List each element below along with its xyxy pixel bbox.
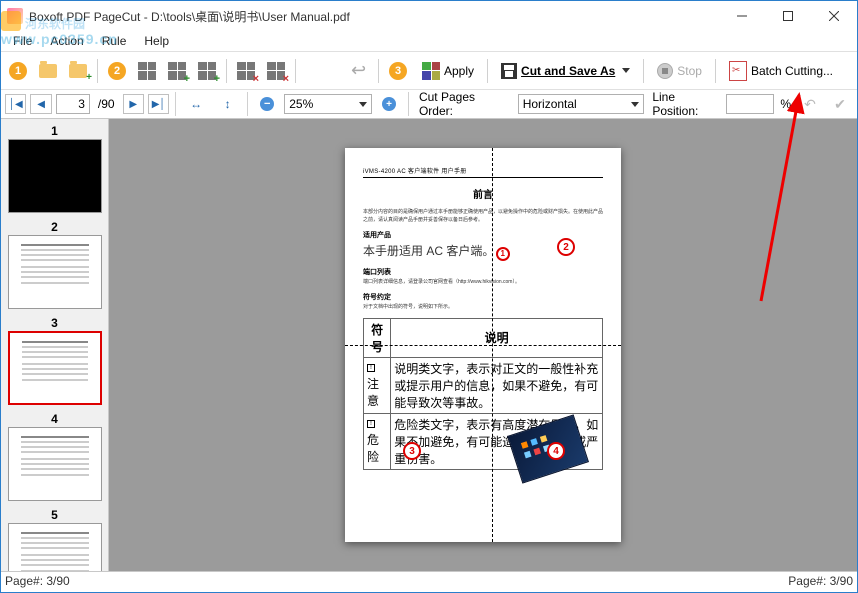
app-icon — [7, 8, 23, 24]
fit-width-button[interactable]: ↔ — [182, 91, 209, 117]
line-position-pct: % — [778, 97, 793, 111]
maximize-button[interactable] — [765, 1, 811, 31]
thumbnail-page-3[interactable]: 3 — [5, 315, 104, 405]
cut-order-label: Cut Pages Order: — [415, 90, 514, 118]
menu-action[interactable]: Action — [42, 32, 91, 50]
chevron-down-icon — [631, 102, 639, 107]
line-position-confirm[interactable]: ✔ — [827, 91, 853, 117]
next-page-button[interactable]: ▶ — [123, 94, 144, 114]
zone-badge-1-inline: 1 — [496, 247, 510, 261]
minimize-button[interactable] — [719, 1, 765, 31]
page-preview: iVMS-4200 AC 客户端软件 用户手册 前言 本部分内容的目的是确保用户… — [345, 148, 621, 542]
line-position-label: Line Position: — [652, 90, 722, 118]
zone-badge-4: 4 — [547, 442, 565, 460]
step-2-badge: 2 — [104, 58, 130, 84]
line-position-revert[interactable]: ↶ — [797, 91, 823, 117]
status-bar: Page#: 3/90 Page#: 3/90 — [1, 571, 857, 589]
stop-button: Stop — [650, 57, 709, 85]
close-button[interactable] — [811, 1, 857, 31]
zone-badge-2: 2 — [557, 238, 575, 256]
page-canvas[interactable]: iVMS-4200 AC 客户端软件 用户手册 前言 本部分内容的目的是确保用户… — [109, 119, 857, 571]
prev-page-button[interactable]: ◀ — [30, 94, 51, 114]
zoom-combo[interactable]: 25% — [284, 94, 372, 114]
zoom-in-button[interactable]: + — [376, 91, 402, 117]
thumbnail-page-5[interactable]: 5 — [5, 507, 104, 571]
thumbnail-page-2[interactable]: 2 — [5, 219, 104, 309]
cut-order-combo[interactable]: Horizontal — [518, 94, 645, 114]
thumbnail-panel[interactable]: 12345 — [1, 119, 109, 571]
thumbnail-page-1[interactable]: 1 — [5, 123, 104, 213]
fit-height-button[interactable]: ↕ — [214, 91, 241, 117]
chevron-down-icon — [622, 68, 630, 73]
zone-badge-3: 3 — [403, 442, 421, 460]
first-page-button[interactable]: │◀ — [5, 94, 26, 114]
grid-add-col-button[interactable] — [164, 58, 190, 84]
menu-help[interactable]: Help — [136, 32, 177, 50]
page-total-label: /90 — [94, 97, 119, 111]
title-bar: Boxoft PDF PageCut - D:\tools\桌面\说明书\Use… — [1, 1, 857, 31]
open-file-button[interactable] — [35, 58, 61, 84]
grid-add-row-button[interactable] — [194, 58, 220, 84]
doc-section-2: 端口列表 — [363, 267, 603, 277]
nav-toolbar: │◀ ◀ /90 ▶ ▶│ ↔ ↕ − 25% + Cut Pages Orde… — [1, 89, 857, 119]
cut-line-horizontal[interactable] — [345, 345, 621, 346]
content-area: 12345 iVMS-4200 AC 客户端软件 用户手册 前言 本部分内容的目… — [1, 119, 857, 571]
last-page-button[interactable]: ▶│ — [148, 94, 169, 114]
zoom-out-button[interactable]: − — [254, 91, 280, 117]
doc-running-header: iVMS-4200 AC 客户端软件 用户手册 — [363, 166, 603, 178]
menu-bar: File Action Rule Help — [1, 31, 857, 51]
grid-remove-button[interactable] — [233, 58, 259, 84]
redo-button[interactable]: ↪ — [346, 58, 372, 84]
chevron-down-icon — [359, 102, 367, 107]
menu-file[interactable]: File — [5, 32, 40, 50]
doc-section-3: 符号约定 — [363, 292, 603, 302]
thumbnail-page-4[interactable]: 4 — [5, 411, 104, 501]
step-1-badge: 1 — [5, 58, 31, 84]
step-3-badge: 3 — [385, 58, 411, 84]
doc-title: 前言 — [363, 186, 603, 201]
grid-preset-button[interactable] — [134, 58, 160, 84]
line-position-input[interactable] — [726, 94, 774, 114]
page-number-input[interactable] — [56, 94, 90, 114]
grid-clear-button[interactable] — [263, 58, 289, 84]
add-file-button[interactable] — [65, 58, 91, 84]
doc-intro: 本部分内容的目的是确保用户通过本手册能够正确使用产品，以避免操作中的危险或财产损… — [363, 209, 603, 224]
cut-and-save-button[interactable]: Cut and Save As — [494, 57, 637, 85]
status-left: Page#: 3/90 — [5, 574, 70, 588]
window-title: Boxoft PDF PageCut - D:\tools\桌面\说明书\Use… — [29, 8, 719, 25]
menu-rule[interactable]: Rule — [94, 32, 135, 50]
status-right: Page#: 3/90 — [788, 574, 853, 588]
apply-button[interactable]: Apply — [415, 57, 481, 85]
batch-cutting-button[interactable]: Batch Cutting... — [722, 57, 840, 85]
main-toolbar: 1 2 ↪ 3 Apply Cut and Save As Stop Batch… — [1, 51, 857, 89]
